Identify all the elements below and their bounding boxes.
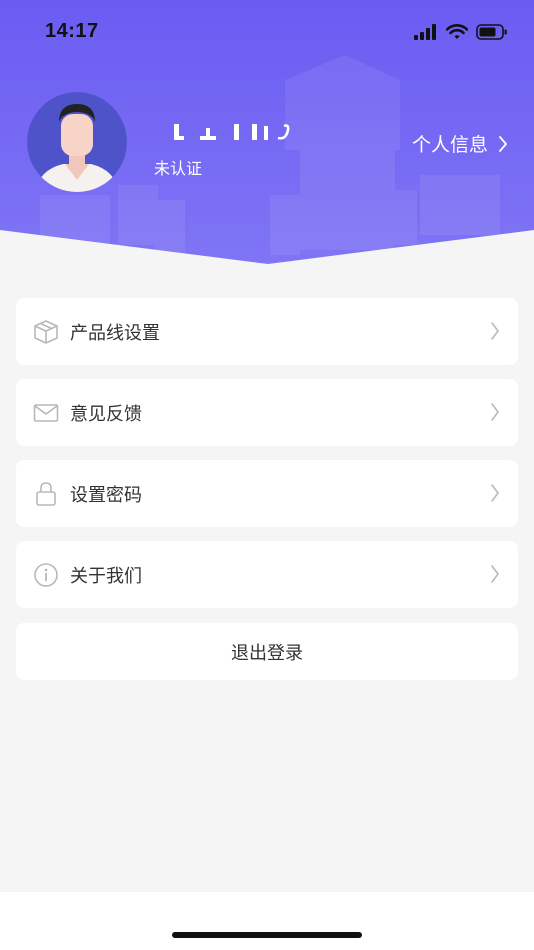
personal-info-label: 个人信息 xyxy=(411,134,488,156)
menu-item-feedback[interactable]: 意见反馈 xyxy=(16,379,518,446)
avatar-icon xyxy=(27,92,127,192)
wifi-icon xyxy=(446,24,468,39)
chevron-right-icon xyxy=(491,565,499,583)
menu-item-label: 产品线设置 xyxy=(70,322,160,344)
chevron-right-icon xyxy=(491,322,499,340)
bottom-safe-area xyxy=(0,892,534,950)
avatar[interactable] xyxy=(27,92,127,192)
status-time: 14:17 xyxy=(45,20,99,42)
mail-icon xyxy=(33,400,59,426)
logout-button[interactable]: 退出登录 xyxy=(16,623,518,680)
chevron-right-icon xyxy=(499,135,507,152)
profile-header: 14:17 未认证 个人信息 xyxy=(0,0,534,270)
settings-menu: 产品线设置 意见反馈 设置密码 关于我们 xyxy=(16,298,518,622)
auth-status: 未认证 xyxy=(154,159,203,178)
status-icons xyxy=(414,24,508,40)
menu-item-about-us[interactable]: 关于我们 xyxy=(16,541,518,608)
menu-item-set-password[interactable]: 设置密码 xyxy=(16,460,518,527)
personal-info-link[interactable]: 个人信息 xyxy=(412,130,508,157)
menu-item-product-line-settings[interactable]: 产品线设置 xyxy=(16,298,518,365)
cellular-signal-icon xyxy=(414,24,436,40)
chevron-right-icon xyxy=(491,484,499,502)
info-icon xyxy=(33,562,59,588)
menu-item-label: 意见反馈 xyxy=(70,403,142,425)
username-masked xyxy=(174,124,290,140)
battery-icon xyxy=(476,24,507,40)
lock-icon xyxy=(33,481,59,507)
menu-item-label: 关于我们 xyxy=(70,565,142,587)
home-indicator[interactable] xyxy=(172,932,362,938)
box-icon xyxy=(33,319,59,345)
status-bar: 14:17 xyxy=(0,0,534,64)
menu-item-label: 设置密码 xyxy=(70,484,142,506)
chevron-right-icon xyxy=(491,403,499,421)
